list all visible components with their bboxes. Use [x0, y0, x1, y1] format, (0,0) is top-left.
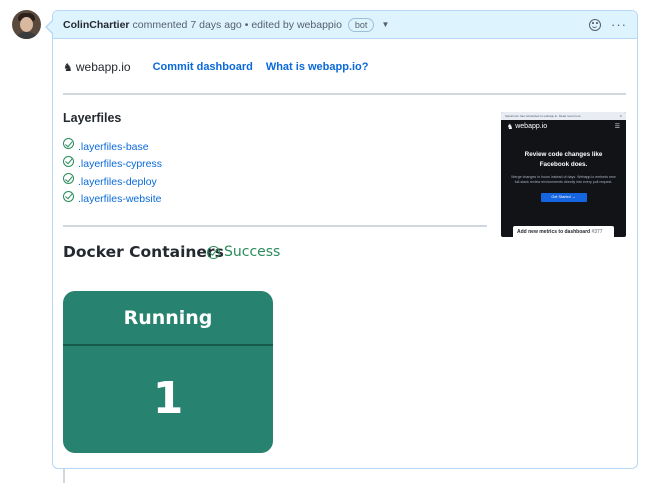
bot-badge: bot	[347, 17, 375, 32]
menu-icon: ☰	[614, 124, 620, 130]
editor-link[interactable]: webappio	[297, 19, 342, 31]
webapp-logo-text: webapp.io	[75, 60, 131, 74]
list-item: .layerfiles-base	[63, 138, 162, 156]
timeline-connector	[63, 468, 65, 483]
preview-title: Review code changes like Facebook does.	[524, 151, 603, 168]
layerfiles-heading: Layerfiles	[63, 111, 122, 125]
layerfile-link[interactable]: .layerfiles-cypress	[78, 158, 162, 170]
avatar-body	[15, 32, 38, 39]
comment-time[interactable]: 7 days ago	[190, 19, 241, 31]
links-row: ♞ webapp.io Commit dashboard What is web…	[63, 60, 382, 74]
running-count: 1	[152, 373, 184, 424]
preview-card-title: Add new metrics to dashboard	[517, 229, 591, 235]
divider	[63, 225, 487, 227]
webapp-logo-icon: ♞	[507, 123, 516, 131]
avatar-face	[20, 17, 33, 32]
layerfiles-list: .layerfiles-base .layerfiles-cypress .la…	[63, 138, 162, 208]
webapp-logo-icon: ♞	[63, 61, 73, 74]
preview-banner-text: Spiral.com has rebranded to webapp.io. R…	[505, 114, 581, 118]
check-circle-icon	[63, 138, 74, 150]
check-circle-icon	[63, 190, 74, 202]
layerfile-link[interactable]: .layerfiles-base	[78, 141, 149, 153]
status-badge: Success	[207, 244, 280, 260]
divider	[63, 93, 626, 95]
preview-get-started: Get Started →	[540, 193, 587, 202]
more-options-icon[interactable]: ···	[611, 18, 627, 31]
close-icon: ✕	[619, 114, 622, 118]
edit-history-dropdown-icon[interactable]: ▼	[381, 20, 389, 29]
list-item: .layerfiles-deploy	[63, 173, 162, 191]
docker-heading: Docker Containers	[63, 243, 224, 261]
check-circle-icon	[63, 155, 74, 167]
list-item: .layerfiles-website	[63, 190, 162, 209]
comment-header: ColinChartier commented 7 days ago • edi…	[53, 11, 637, 39]
preview-card: Add new metrics to dashboard #377	[513, 226, 614, 237]
list-item: .layerfiles-cypress	[63, 155, 162, 174]
what-is-webapp-link[interactable]: What is webapp.io?	[266, 61, 369, 73]
running-label: Running	[63, 291, 273, 346]
layerfile-link[interactable]: .layerfiles-website	[78, 193, 161, 205]
header-actions: ···	[589, 18, 627, 31]
preview-description: Merge changes in hours instead of days. …	[511, 175, 616, 184]
preview-nav: ♞ webapp.io ☰	[501, 120, 626, 133]
layerfile-link[interactable]: .layerfiles-deploy	[78, 176, 157, 188]
add-reaction-icon[interactable]	[589, 18, 601, 31]
check-circle-icon	[207, 245, 220, 259]
preview-banner: Spiral.com has rebranded to webapp.io. R…	[501, 112, 626, 120]
check-circle-icon	[63, 173, 74, 185]
status-text: Success	[224, 244, 281, 260]
commit-dashboard-link[interactable]: Commit dashboard	[153, 61, 253, 73]
preview-card-number: #377	[591, 229, 603, 235]
preview-logo-text: webapp.io	[515, 123, 548, 130]
comment-action: commented	[132, 18, 188, 31]
author-avatar[interactable]	[12, 10, 41, 39]
running-containers-card: Running 1	[63, 291, 273, 453]
author-link[interactable]: ColinChartier	[63, 19, 130, 31]
webapp-preview-image[interactable]: Spiral.com has rebranded to webapp.io. R…	[501, 112, 626, 237]
edited-prefix: • edited by	[244, 18, 294, 31]
